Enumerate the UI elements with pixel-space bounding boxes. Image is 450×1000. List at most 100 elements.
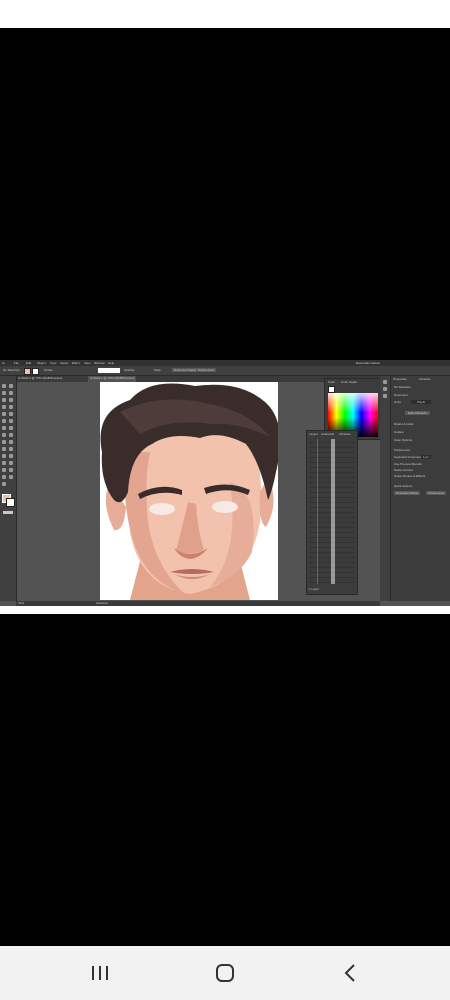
preferences-button[interactable]: Preferences bbox=[196, 368, 217, 372]
video-frame[interactable]: Ai File Edit Object Type Select Effect V… bbox=[0, 360, 450, 606]
hand-tool-icon[interactable] bbox=[9, 475, 13, 479]
preferences-section: Preferences bbox=[394, 448, 411, 452]
status-bar bbox=[0, 0, 450, 28]
layers-count: 1 Layer bbox=[309, 587, 320, 591]
video-bottom-bar bbox=[0, 606, 450, 614]
menu-view[interactable]: View bbox=[84, 361, 90, 365]
scale-strokes-checkbox[interactable]: Scale Strokes & Effects bbox=[394, 474, 425, 478]
back-icon bbox=[344, 964, 355, 982]
menu-edit[interactable]: Edit bbox=[26, 361, 31, 365]
home-icon bbox=[216, 964, 234, 982]
layers-icon[interactable] bbox=[383, 387, 387, 391]
perspective-grid-tool-icon[interactable] bbox=[2, 447, 6, 451]
portrait-illustration bbox=[100, 383, 278, 600]
units-dropdown[interactable]: Pixels bbox=[411, 400, 432, 404]
pen-tool-icon[interactable] bbox=[2, 398, 6, 402]
zoom-tool-icon[interactable] bbox=[2, 482, 6, 486]
artboards-tab[interactable]: Artboards bbox=[321, 432, 334, 436]
back-button[interactable] bbox=[320, 946, 380, 1000]
selection-tool-icon[interactable] bbox=[2, 384, 6, 388]
control-bar: No Selection Stroke Opacity: Style: Docu… bbox=[0, 366, 450, 376]
blend-tool-icon[interactable] bbox=[2, 461, 6, 465]
width-tool-icon[interactable] bbox=[9, 433, 13, 437]
libraries-tab-right[interactable]: Libraries bbox=[419, 377, 431, 381]
tab-document-1[interactable]: Untitled-1 @ 75% (RGB/Preview) bbox=[16, 376, 64, 382]
opacity-label: Opacity: bbox=[124, 368, 136, 372]
menu-file[interactable]: File bbox=[14, 361, 19, 365]
menu-effect[interactable]: Effect bbox=[72, 361, 80, 365]
recent-apps-icon bbox=[92, 966, 108, 980]
keyboard-increment-label: Keyboard Increment bbox=[394, 455, 422, 459]
line-tool-icon[interactable] bbox=[9, 405, 13, 409]
curvature-tool-icon[interactable] bbox=[9, 398, 13, 402]
shape-builder-tool-icon[interactable] bbox=[9, 440, 13, 444]
color-fill-swatch-icon[interactable] bbox=[328, 386, 335, 393]
navigation-bar bbox=[0, 946, 450, 1000]
tools-panel bbox=[0, 376, 17, 601]
stroke-swatch[interactable] bbox=[32, 368, 39, 375]
document-setup-quick-button[interactable]: Document Setup bbox=[394, 491, 421, 495]
pencil-tool-icon[interactable] bbox=[9, 419, 13, 423]
color-guide-tab[interactable]: Color Guide bbox=[341, 380, 357, 384]
layer-red-indicator bbox=[317, 439, 318, 584]
artboard-tool-icon[interactable] bbox=[9, 468, 13, 472]
menu-ai-logo[interactable]: Ai bbox=[2, 361, 5, 365]
libraries-tab[interactable]: Libraries bbox=[339, 432, 351, 436]
snap-options-label: Snap Options bbox=[394, 438, 413, 442]
fill-swatch[interactable] bbox=[24, 368, 31, 375]
eraser-tool-icon[interactable] bbox=[2, 426, 6, 430]
document-section: Document bbox=[394, 393, 408, 397]
symbol-sprayer-tool-icon[interactable] bbox=[9, 461, 13, 465]
keyboard-increment-field[interactable]: 1 px bbox=[421, 455, 431, 459]
panel-icon-strip bbox=[380, 376, 390, 601]
zoom-level[interactable]: 33% bbox=[18, 601, 24, 605]
quick-actions-label: Quick Actions bbox=[394, 484, 413, 488]
free-transform-tool-icon[interactable] bbox=[2, 440, 6, 444]
guides-label: Guides bbox=[394, 430, 404, 434]
menu-object[interactable]: Object bbox=[37, 361, 46, 365]
color-mode-icons[interactable] bbox=[3, 511, 13, 514]
scale-corners-checkbox[interactable]: Scale Corners bbox=[394, 468, 413, 472]
scale-tool-icon[interactable] bbox=[2, 433, 6, 437]
gradient-tool-icon[interactable] bbox=[2, 454, 6, 458]
libraries-icon[interactable] bbox=[383, 394, 387, 398]
properties-panel: Properties Libraries No Selection Docume… bbox=[390, 376, 450, 601]
preferences-quick-button[interactable]: Preferences bbox=[426, 491, 447, 495]
color-tab[interactable]: Color bbox=[328, 380, 335, 384]
layers-tab[interactable]: Layers bbox=[309, 432, 318, 436]
shaper-tool-icon[interactable] bbox=[2, 419, 6, 423]
workspace-switcher[interactable]: Essentials Classic bbox=[356, 361, 380, 365]
recent-apps-button[interactable] bbox=[70, 946, 130, 1000]
menu-window[interactable]: Window bbox=[94, 361, 105, 365]
paintbrush-tool-icon[interactable] bbox=[9, 412, 13, 416]
type-tool-icon[interactable] bbox=[2, 405, 6, 409]
stroke-color-icon[interactable] bbox=[6, 498, 15, 507]
rotate-tool-icon[interactable] bbox=[9, 426, 13, 430]
menu-help[interactable]: Help bbox=[108, 361, 114, 365]
document-setup-button[interactable]: Document Setup bbox=[172, 368, 199, 372]
graph-tool-icon[interactable] bbox=[2, 468, 6, 472]
layers-panel: Layers Artboards Libraries 1 Layer bbox=[306, 430, 358, 595]
no-selection-label: No Selection bbox=[394, 385, 412, 389]
artboard[interactable] bbox=[100, 382, 278, 600]
home-button[interactable] bbox=[195, 946, 255, 1000]
edit-artboards-button[interactable]: Edit Artboards bbox=[405, 411, 430, 415]
slice-tool-icon[interactable] bbox=[2, 475, 6, 479]
direct-selection-tool-icon[interactable] bbox=[9, 384, 13, 388]
properties-tab[interactable]: Properties bbox=[393, 377, 407, 381]
selection-label: No Selection bbox=[3, 368, 21, 372]
rectangle-tool-icon[interactable] bbox=[2, 412, 6, 416]
lasso-tool-icon[interactable] bbox=[9, 391, 13, 395]
layer-thumbnail-column bbox=[331, 439, 335, 584]
eyedropper-tool-icon[interactable] bbox=[9, 454, 13, 458]
use-preview-bounds-checkbox[interactable]: Use Preview Bounds bbox=[394, 462, 422, 466]
status-mode: Selection bbox=[96, 601, 109, 605]
stroke-label: Stroke bbox=[44, 368, 53, 372]
brush-definition-dropdown[interactable] bbox=[98, 368, 120, 373]
rulers-grids-label: Rulers & Grids bbox=[394, 422, 414, 426]
menu-type[interactable]: Type bbox=[50, 361, 57, 365]
magic-wand-tool-icon[interactable] bbox=[2, 391, 6, 395]
mesh-tool-icon[interactable] bbox=[9, 447, 13, 451]
menu-select[interactable]: Select bbox=[60, 361, 68, 365]
properties-icon[interactable] bbox=[383, 380, 387, 384]
